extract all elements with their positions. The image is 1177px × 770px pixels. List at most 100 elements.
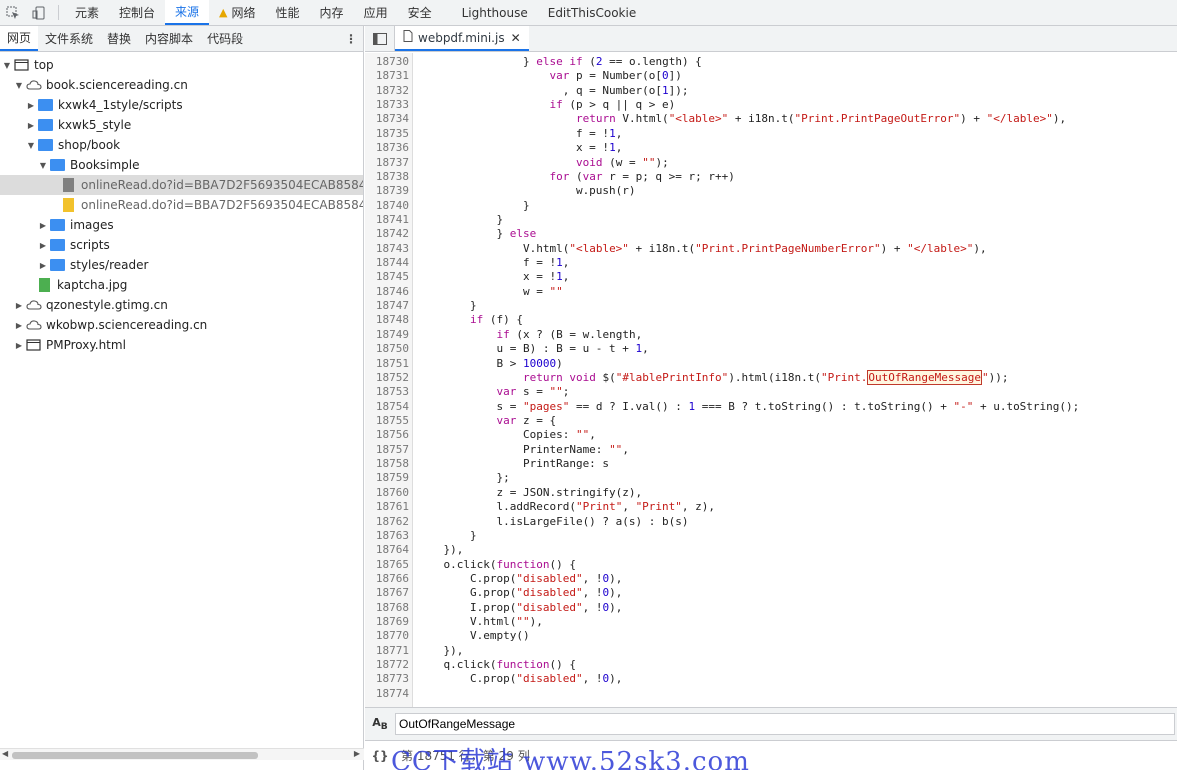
line-number[interactable]: 18754 [365,400,409,414]
device-toolbar-icon[interactable] [26,0,52,25]
nav-tab-page[interactable]: 网页 [0,26,39,51]
code-line[interactable]: 18736 x = !1, [365,141,1177,155]
line-number[interactable]: 18737 [365,156,409,170]
line-number[interactable]: 18764 [365,543,409,557]
line-number[interactable]: 18758 [365,457,409,471]
code-line[interactable]: 18750 u = B) : B = u - t + 1, [365,342,1177,356]
toggle-navigator-icon[interactable] [365,26,395,51]
line-number[interactable]: 18767 [365,586,409,600]
collapsed-arrow-icon[interactable]: ▶ [14,341,24,350]
line-number[interactable]: 18766 [365,572,409,586]
code-line[interactable]: 18746 w = "" [365,285,1177,299]
more-options-icon[interactable]: ⋮ [339,26,363,51]
line-number[interactable]: 18756 [365,428,409,442]
tab-editthiscookie[interactable]: EditThisCookie [538,0,647,25]
line-number[interactable]: 18733 [365,98,409,112]
code-line[interactable]: 18744 f = !1, [365,256,1177,270]
code-line[interactable]: 18761 l.addRecord("Print", "Print", z), [365,500,1177,514]
line-number[interactable]: 18749 [365,328,409,342]
nav-tab-snippets[interactable]: 代码段 [200,26,250,51]
nav-tab-filesystem[interactable]: 文件系统 [38,26,100,51]
nav-tab-content-scripts[interactable]: 内容脚本 [138,26,200,51]
tree-item-folder[interactable]: ▶ kxwk4_1style/scripts [0,95,363,115]
line-number[interactable]: 18747 [365,299,409,313]
code-line[interactable]: 18760 z = JSON.stringify(z), [365,486,1177,500]
tab-lighthouse[interactable]: Lighthouse [452,0,538,25]
inspect-element-icon[interactable] [0,0,26,25]
code-line[interactable]: 18762 l.isLargeFile() ? a(s) : b(s) [365,515,1177,529]
tree-item-domain[interactable]: ▶ qzonestyle.gtimg.cn [0,295,363,315]
line-number[interactable]: 18739 [365,184,409,198]
code-line[interactable]: 18743 V.html("<lable>" + i18n.t("Print.P… [365,242,1177,256]
code-line[interactable]: 18745 x = !1, [365,270,1177,284]
collapsed-arrow-icon[interactable]: ▶ [38,241,48,250]
code-line[interactable]: 18752 return void $("#lablePrintInfo").h… [365,369,1177,385]
line-number[interactable]: 18736 [365,141,409,155]
code-line[interactable]: 18772 q.click(function() { [365,658,1177,672]
line-number[interactable]: 18740 [365,199,409,213]
code-line[interactable]: 18733 if (p > q || q > e) [365,98,1177,112]
collapsed-arrow-icon[interactable]: ▶ [14,301,24,310]
expanded-arrow-icon[interactable]: ▼ [38,161,48,170]
tree-item-folder[interactable]: ▶ styles/reader [0,255,363,275]
tree-item-folder[interactable]: ▶ kxwk5_style [0,115,363,135]
line-number[interactable]: 18755 [365,414,409,428]
tab-memory[interactable]: 内存 [310,0,354,25]
code-line[interactable]: 18769 V.html(""), [365,615,1177,629]
tree-item-folder[interactable]: ▶ scripts [0,235,363,255]
line-number[interactable]: 18731 [365,69,409,83]
line-number[interactable]: 18757 [365,443,409,457]
expanded-arrow-icon[interactable]: ▼ [26,141,36,150]
code-line[interactable]: 18754 s = "pages" == d ? I.val() : 1 ===… [365,400,1177,414]
line-number[interactable]: 18732 [365,84,409,98]
code-line[interactable]: 18742 } else [365,227,1177,241]
code-line[interactable]: 18735 f = !1, [365,127,1177,141]
collapsed-arrow-icon[interactable]: ▶ [14,321,24,330]
line-number[interactable]: 18750 [365,342,409,356]
line-number[interactable]: 18769 [365,615,409,629]
code-line[interactable]: 18734 return V.html("<lable>" + i18n.t("… [365,112,1177,126]
code-line[interactable]: 18770 V.empty() [365,629,1177,643]
code-line[interactable]: 18757 PrinterName: "", [365,443,1177,457]
line-number[interactable]: 18745 [365,270,409,284]
tree-item-frame[interactable]: ▶ PMProxy.html [0,335,363,355]
code-line[interactable]: 18753 var s = ""; [365,385,1177,399]
code-line[interactable]: 18771 }), [365,644,1177,658]
expanded-arrow-icon[interactable]: ▼ [14,81,24,90]
code-line[interactable]: 18740 } [365,199,1177,213]
tree-item-top[interactable]: ▼ top [0,55,363,75]
code-line[interactable]: 18731 var p = Number(o[0]) [365,69,1177,83]
line-number[interactable]: 18768 [365,601,409,615]
code-line[interactable]: 18749 if (x ? (B = w.length, [365,328,1177,342]
scroll-left-icon[interactable]: ◀ [2,749,8,758]
code-line[interactable]: 18756 Copies: "", [365,428,1177,442]
code-line[interactable]: 18774 [365,687,1177,701]
line-number[interactable]: 18765 [365,558,409,572]
search-input[interactable] [395,713,1175,735]
tree-item-domain[interactable]: ▼ book.sciencereading.cn [0,75,363,95]
navigator-horizontal-scrollbar[interactable]: ◀ ▶ [0,748,364,760]
line-number[interactable]: 18752 [365,371,409,385]
scrollbar-thumb[interactable] [12,752,258,759]
code-line[interactable]: 18773 C.prop("disabled", !0), [365,672,1177,686]
code-line[interactable]: 18739 w.push(r) [365,184,1177,198]
line-number[interactable]: 18748 [365,313,409,327]
code-line[interactable]: 18748 if (f) { [365,313,1177,327]
line-number[interactable]: 18763 [365,529,409,543]
line-number[interactable]: 18744 [365,256,409,270]
code-line[interactable]: 18741 } [365,213,1177,227]
code-line[interactable]: 18732 , q = Number(o[1]); [365,84,1177,98]
line-number[interactable]: 18770 [365,629,409,643]
expanded-arrow-icon[interactable]: ▼ [2,61,12,70]
collapsed-arrow-icon[interactable]: ▶ [38,261,48,270]
line-number[interactable]: 18761 [365,500,409,514]
code-line[interactable]: 18764 }), [365,543,1177,557]
code-line[interactable]: 18766 C.prop("disabled", !0), [365,572,1177,586]
line-number[interactable]: 18743 [365,242,409,256]
close-icon[interactable]: ✕ [511,31,521,45]
collapsed-arrow-icon[interactable]: ▶ [38,221,48,230]
tree-item-folder[interactable]: ▶ images [0,215,363,235]
tree-item-folder[interactable]: ▼ Booksimple [0,155,363,175]
tab-performance[interactable]: 性能 [266,0,310,25]
code-line[interactable]: 18737 void (w = ""); [365,156,1177,170]
